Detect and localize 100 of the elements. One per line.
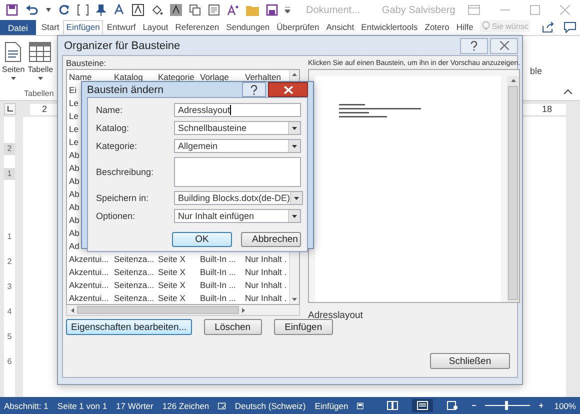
close-icon (500, 41, 508, 50)
help-icon (470, 40, 478, 50)
shaded-box-icon[interactable] (170, 4, 182, 16)
horizontal-scrollbar[interactable] (66, 305, 300, 316)
font-size-icon[interactable] (227, 4, 239, 16)
caret-icon[interactable] (46, 8, 51, 12)
table-cell-text: Ab (68, 188, 80, 200)
scroll-thumb[interactable] (77, 306, 239, 314)
scroll-right-icon[interactable] (242, 308, 245, 312)
pin-icon[interactable] (96, 4, 106, 16)
save-icon[interactable] (266, 4, 278, 16)
save-icon[interactable] (6, 4, 18, 16)
scroll-up-icon[interactable] (510, 79, 516, 82)
ribbon-tab[interactable]: Referenzen (172, 20, 223, 34)
ribbon-tab[interactable]: Einfügen (62, 20, 104, 34)
file-tab[interactable]: Datei (0, 20, 36, 36)
dialog-button[interactable]: Eigenschaften bearbeiten... (66, 319, 192, 335)
macro-icon[interactable] (357, 400, 364, 410)
pages-button[interactable]: Seiten (2, 42, 25, 80)
field-label: Katalog: (96, 123, 130, 133)
ribbon-tab[interactable]: Überprüfen (273, 20, 323, 34)
undo-icon[interactable] (25, 4, 39, 16)
column-header[interactable]: Katalog (112, 70, 156, 82)
redo-icon[interactable] (58, 4, 70, 16)
field-label: Kategorie: (96, 141, 138, 151)
document-title: Dokument... (306, 4, 360, 16)
dialog-button[interactable]: Einfügen (274, 319, 334, 335)
scroll-down-icon[interactable] (292, 298, 297, 301)
page-icon[interactable] (208, 4, 220, 16)
bracket-icon[interactable] (77, 4, 89, 16)
scroll-up-icon[interactable] (292, 73, 297, 76)
help-button[interactable] (460, 38, 488, 54)
table-cell-text: Akzentui... (68, 292, 110, 304)
insert-mode-status[interactable]: Einfügen (314, 400, 348, 410)
tab-selector[interactable] (4, 103, 16, 115)
ribbon-tab[interactable]: Entwurf (103, 20, 140, 34)
ribbon-tab[interactable]: Zotero (421, 20, 453, 34)
zoom-thumb[interactable] (505, 401, 508, 410)
table-icon (29, 42, 52, 62)
tab-stop-icon (7, 106, 13, 112)
column-header[interactable]: Name (67, 70, 112, 82)
caret-icon (292, 126, 297, 130)
documents-icon[interactable] (189, 4, 201, 16)
text-field[interactable]: Adresslayout (174, 103, 301, 117)
dropdown[interactable]: Allgemein (174, 139, 301, 153)
description-field[interactable] (174, 157, 301, 187)
format-icon[interactable] (113, 4, 125, 16)
print-layout-button[interactable] (412, 399, 433, 412)
dropdown[interactable]: Building Blocks.dotx(de-DE) (174, 191, 304, 205)
table-cell-text: Nur Inhalt . (244, 278, 287, 290)
book-icon (386, 401, 398, 410)
zoom-out-icon[interactable] (472, 402, 476, 409)
text-cursor (230, 105, 232, 115)
table-cell-text: Ab (68, 226, 80, 238)
close-button[interactable]: Schließen (430, 353, 510, 369)
ribbon-tab[interactable]: Ansicht (322, 20, 358, 34)
share-icon[interactable] (542, 22, 554, 33)
table-cell-text: Le (68, 110, 78, 122)
help-button[interactable] (242, 82, 266, 97)
collapse-icon[interactable] (564, 89, 572, 94)
ribbon-tab[interactable]: Sendungen (222, 20, 274, 34)
comment-icon[interactable] (564, 22, 576, 33)
table-cell-text: Ad (68, 240, 80, 252)
vertical-ruler[interactable]: 2 1 1 2 3 4 5 6 (4, 117, 15, 397)
ribbon-tab[interactable]: Entwicklertools (358, 20, 422, 34)
zoom-in-icon[interactable] (538, 402, 544, 409)
vertical-scrollbar[interactable] (507, 76, 520, 302)
dialog-button[interactable]: Abbrechen (241, 232, 301, 247)
table-cell-text: Nur Inhalt . (244, 252, 287, 264)
dropdown[interactable]: Nur Inhalt einfügen (174, 209, 301, 223)
scroll-thumb[interactable] (508, 86, 518, 300)
dialog-button[interactable]: Löschen (204, 319, 262, 335)
column-header[interactable]: Kategorie (156, 70, 198, 82)
table-cell-text: Ab (68, 174, 80, 186)
text-box-icon[interactable] (132, 4, 144, 16)
column-header[interactable]: Vorlage (198, 70, 243, 82)
dialog-title: Baustein ändern (87, 84, 164, 96)
dialog-button[interactable]: OK (172, 232, 232, 247)
table-cell-text: Built-In ... (199, 292, 237, 304)
group-label: Tabellen (24, 89, 54, 98)
status-text: 17 Wörter (116, 400, 154, 410)
table-cell-text: Seitenza... (113, 252, 156, 264)
lightbulb-icon (482, 21, 490, 31)
column-header[interactable]: Verhalten (243, 70, 287, 82)
close-button[interactable] (268, 82, 308, 97)
table-cell-text: Ab (68, 200, 80, 212)
dropdown[interactable]: Schnellbausteine (174, 121, 301, 135)
ribbon-tab[interactable]: Start (38, 20, 63, 34)
ribbon-tab[interactable]: Hilfe (452, 20, 477, 34)
language-status[interactable]: Deutsch (Schweiz) (234, 400, 306, 410)
zoom-level[interactable]: 100% (554, 400, 576, 410)
close-button[interactable] (490, 38, 518, 54)
scroll-left-icon[interactable] (71, 308, 74, 312)
proofing-icon[interactable] (218, 400, 226, 410)
page-icon (5, 42, 22, 62)
table-cell-text: Seite X (157, 266, 186, 278)
table-button[interactable]: Tabelle (28, 42, 54, 80)
ribbon-tab[interactable]: Layout (139, 20, 172, 34)
paint-bucket-icon[interactable] (151, 4, 163, 16)
customize-icon[interactable] (285, 7, 290, 13)
